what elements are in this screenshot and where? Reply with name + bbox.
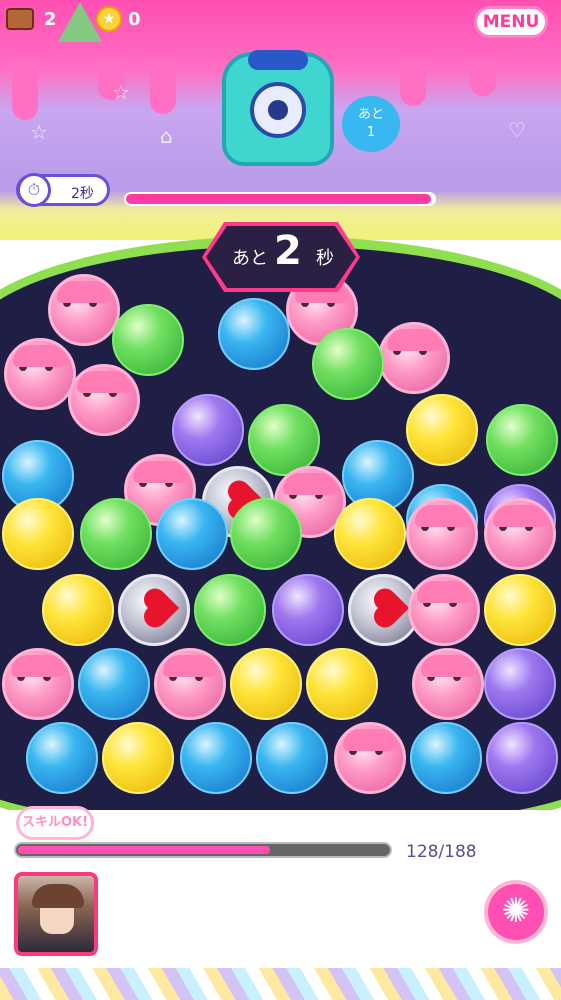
pink-bubble[interactable] — [2, 648, 74, 720]
blue-bubble[interactable] — [78, 648, 150, 720]
green-bubble[interactable] — [230, 498, 302, 570]
blue-bubble[interactable] — [410, 722, 482, 794]
pink-bubble[interactable] — [408, 574, 480, 646]
footer-stripe — [0, 968, 561, 1000]
gift-deco-icon: ⌂ — [160, 124, 173, 148]
status-bar: 2 ★ 0 MENU — [0, 0, 561, 42]
remaining-prefix: あと — [357, 107, 384, 122]
star-deco-icon: ☆ — [112, 80, 130, 104]
pink-bubble[interactable] — [484, 498, 556, 570]
pink-bubble[interactable] — [48, 274, 120, 346]
countdown-prefix: あと — [232, 248, 268, 269]
slime-drip — [150, 60, 176, 114]
coin-count: 0 — [128, 9, 141, 30]
skill-count: 128/188 — [406, 842, 477, 862]
yellow-bubble[interactable] — [230, 648, 302, 720]
skill-gauge-fill — [18, 846, 270, 854]
timer-progress-fill — [126, 194, 431, 204]
blue-bubble[interactable] — [256, 722, 328, 794]
pink-bubble[interactable] — [334, 722, 406, 794]
avatar-hair — [32, 884, 84, 908]
character-avatar[interactable] — [14, 872, 98, 956]
timer-pill: ⏱ 2秒 — [16, 173, 110, 207]
green-bubble[interactable] — [486, 404, 558, 476]
star-deco-icon: ☆ — [30, 120, 48, 144]
blue-bubble[interactable] — [26, 722, 98, 794]
bubble-layer — [0, 236, 561, 826]
yellow-bubble[interactable] — [2, 498, 74, 570]
blue-bubble[interactable] — [156, 498, 228, 570]
stopwatch-icon: ⏱ — [17, 173, 51, 207]
pink-bubble[interactable] — [378, 322, 450, 394]
purple-bubble[interactable] — [486, 722, 558, 794]
slime-drip — [400, 60, 426, 106]
pinwheel-icon[interactable]: ✺ — [484, 880, 548, 944]
pink-bubble[interactable] — [406, 498, 478, 570]
blue-bubble[interactable] — [180, 722, 252, 794]
chest-count: 2 — [44, 9, 57, 30]
game-screen: ☆ ☆ ♡ ⌂ 2 ★ 0 MENU あと 1 ⏱ 2秒 あと 2 秒 スキルO… — [0, 0, 561, 1000]
green-bubble[interactable] — [194, 574, 266, 646]
monster-eye — [250, 82, 306, 138]
purple-bubble[interactable] — [272, 574, 344, 646]
monster-pupil — [268, 100, 288, 120]
remaining-count: 1 — [366, 125, 376, 140]
heart-bubble[interactable] — [118, 574, 190, 646]
green-bubble[interactable] — [80, 498, 152, 570]
green-bubble[interactable] — [312, 328, 384, 400]
pink-bubble[interactable] — [412, 648, 484, 720]
green-bubble[interactable] — [112, 304, 184, 376]
slime-drip — [470, 60, 496, 96]
pink-bubble[interactable] — [154, 648, 226, 720]
skill-ok-tag: スキルOK! — [16, 806, 94, 840]
remaining-badge: あと 1 — [342, 96, 400, 152]
timer-label: 2秒 — [71, 186, 94, 202]
yellow-bubble[interactable] — [484, 574, 556, 646]
yellow-bubble[interactable] — [42, 574, 114, 646]
jelly-monster — [222, 50, 334, 166]
monster-lid — [248, 50, 308, 70]
yellow-bubble[interactable] — [102, 722, 174, 794]
yellow-bubble[interactable] — [306, 648, 378, 720]
pink-bubble[interactable] — [68, 364, 140, 436]
purple-bubble[interactable] — [172, 394, 244, 466]
heart-icon — [131, 584, 179, 632]
countdown-suffix: 秒 — [316, 248, 334, 269]
yellow-bubble[interactable] — [334, 498, 406, 570]
purple-bubble[interactable] — [484, 648, 556, 720]
menu-button[interactable]: MENU — [474, 6, 548, 38]
timer-progress-bar — [124, 192, 436, 206]
countdown-number: 2 — [274, 228, 302, 274]
slime-drip — [12, 60, 38, 120]
pink-bubble[interactable] — [4, 338, 76, 410]
yellow-bubble[interactable] — [406, 394, 478, 466]
treasure-chest-icon — [6, 8, 34, 30]
heart-icon — [361, 584, 409, 632]
heart-deco-icon: ♡ — [508, 118, 526, 142]
star-coin-icon: ★ — [96, 6, 122, 32]
skill-gauge — [14, 842, 392, 858]
blue-bubble[interactable] — [218, 298, 290, 370]
